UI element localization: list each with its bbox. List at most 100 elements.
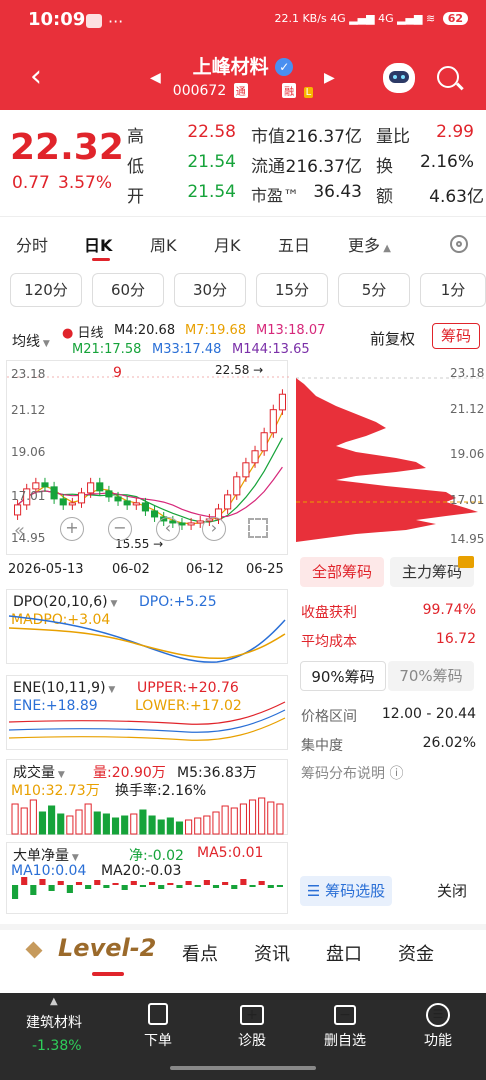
volume-bar	[48, 805, 56, 835]
dadan-bar	[39, 879, 46, 885]
ene-chart	[8, 701, 286, 741]
tab-monthly-k[interactable]: 月K	[214, 232, 241, 256]
dadan-bar	[149, 882, 156, 885]
candle	[87, 482, 95, 494]
pe-label: 市盈™	[251, 186, 300, 205]
candle	[50, 486, 58, 500]
remove-watch-button[interactable]: 删自选	[315, 1030, 375, 1050]
low-label: 低	[127, 157, 144, 177]
tab-more[interactable]: 更多 ▲	[348, 232, 391, 256]
dadan-bar	[66, 885, 73, 893]
zoom-in-icon[interactable]: +	[60, 517, 84, 541]
dadan-bar	[276, 885, 283, 887]
tab-weekly-k[interactable]: 周K	[150, 232, 177, 256]
expand-icon[interactable]: ▲	[50, 996, 58, 1007]
volume-bar	[230, 807, 238, 835]
volume-bar	[38, 811, 47, 835]
diagnose-icon[interactable]: +	[240, 1005, 264, 1025]
candle	[178, 522, 186, 526]
dadan-bar	[103, 885, 110, 888]
chip-70-tab[interactable]: 70%筹码	[388, 661, 474, 691]
menu-icon[interactable]: ☰	[426, 1003, 450, 1027]
tab-fenshi[interactable]: 分时	[16, 232, 48, 256]
high-label: 高	[127, 127, 144, 147]
kline-max-label: 22.58 →	[215, 363, 264, 377]
float-value: 216.37亿	[285, 157, 362, 177]
dadan-bar	[112, 883, 119, 885]
candle	[96, 482, 104, 492]
tab-five-day[interactable]: 五日	[278, 232, 310, 256]
volume-chart	[11, 797, 284, 835]
next-icon[interactable]: ›	[202, 517, 226, 541]
tab-kandian[interactable]: 看点	[182, 940, 218, 966]
prev-icon[interactable]: ‹	[156, 517, 180, 541]
adjust-mode[interactable]: 前复权	[370, 328, 415, 349]
price-change-pct: 3.57%	[58, 173, 113, 193]
settings-icon[interactable]	[450, 235, 468, 253]
interval-1m[interactable]: 1分	[420, 273, 486, 307]
dadan-bar	[167, 883, 174, 885]
lock-icon	[458, 556, 474, 568]
tab-indicator	[92, 258, 110, 261]
volume-bar	[166, 817, 174, 835]
chip-90-tab[interactable]: 90%筹码	[300, 661, 386, 691]
interval-60m[interactable]: 60分	[92, 273, 164, 307]
tag-l: L	[303, 87, 314, 98]
tab-orderbook[interactable]: 盘口	[326, 940, 362, 966]
candle	[77, 492, 86, 504]
interval-15m[interactable]: 15分	[256, 273, 328, 307]
ma-m4: M4:20.68	[114, 323, 176, 338]
pe-value: 36.43	[313, 182, 362, 202]
dadan-bar	[249, 885, 256, 887]
robot-assistant-icon[interactable]	[383, 63, 415, 93]
candle	[187, 522, 195, 526]
chip-tab-all[interactable]: 全部筹码	[300, 557, 384, 587]
volume-bar	[93, 811, 101, 835]
order-icon[interactable]	[148, 1003, 168, 1025]
kline-flag: 9	[113, 365, 122, 381]
diamond-icon	[25, 941, 43, 959]
tab-funds[interactable]: 资金	[398, 940, 434, 966]
tab-daily-k[interactable]: 日K	[84, 232, 112, 256]
volume-bar	[239, 803, 247, 835]
volume-bar	[248, 799, 257, 835]
interval-30m[interactable]: 30分	[174, 273, 246, 307]
dadan-bar	[158, 885, 165, 889]
ma-m144: M144:13.65	[232, 342, 310, 357]
kline-y-2: 21.12	[11, 403, 46, 417]
dadan-panel[interactable]: 大单净量 ▼ 净:-0.02 MA5:0.01 MA10:0.04 MA20:-…	[6, 842, 288, 914]
close-button[interactable]: 关闭	[428, 876, 476, 906]
sector-name[interactable]: 建筑材料	[26, 1012, 82, 1032]
tag-rong: 融	[282, 83, 297, 98]
dpo-panel[interactable]: DPO(20,10,6) ▼ DPO:+5.25 MADPO:+3.04	[6, 589, 288, 664]
chip-toggle-button[interactable]: 筹码	[432, 323, 480, 349]
ene-panel[interactable]: ENE(10,11,9) ▼ UPPER:+20.76 ENE:+18.89 L…	[6, 675, 288, 750]
diagnose-button[interactable]: 诊股	[222, 1030, 282, 1050]
fullscreen-icon[interactable]	[248, 518, 268, 538]
ma-type-select[interactable]: 均线 ▼	[12, 331, 50, 351]
kline-chart-panel[interactable]: 23.18 21.12 19.06 17.01 14.95 22.58 → 15…	[6, 360, 289, 555]
tab-level2[interactable]: Level-2	[58, 934, 156, 962]
candle	[251, 450, 259, 464]
turnover-value: 2.16%	[419, 152, 474, 172]
chip-select-button[interactable]: ☰ 筹码选股	[300, 876, 392, 906]
remove-watch-icon[interactable]: −	[334, 1005, 356, 1025]
chip-help-link[interactable]: 筹码分布说明 ⓘ	[301, 763, 403, 783]
open-value: 21.54	[187, 182, 236, 202]
interval-5m[interactable]: 5分	[338, 273, 410, 307]
section-divider	[0, 924, 486, 930]
float-label: 流通	[251, 157, 285, 177]
candle	[68, 502, 76, 506]
order-button[interactable]: 下单	[128, 1030, 188, 1050]
low-value: 21.54	[187, 152, 236, 172]
scroll-left-icon[interactable]: «	[14, 520, 25, 541]
tab-news[interactable]: 资讯	[254, 940, 290, 966]
function-button[interactable]: 功能	[408, 1030, 468, 1050]
volume-panel[interactable]: 成交量 ▼ 量:20.90万 M5:36.83万 M10:32.73万 换手率:…	[6, 759, 288, 835]
zoom-out-icon[interactable]: −	[108, 517, 132, 541]
volume-bar	[29, 799, 37, 835]
concentration-value: 26.02%	[422, 735, 476, 751]
interval-120m[interactable]: 120分	[10, 273, 82, 307]
dadan-bar	[12, 885, 19, 899]
search-icon[interactable]	[437, 66, 464, 90]
